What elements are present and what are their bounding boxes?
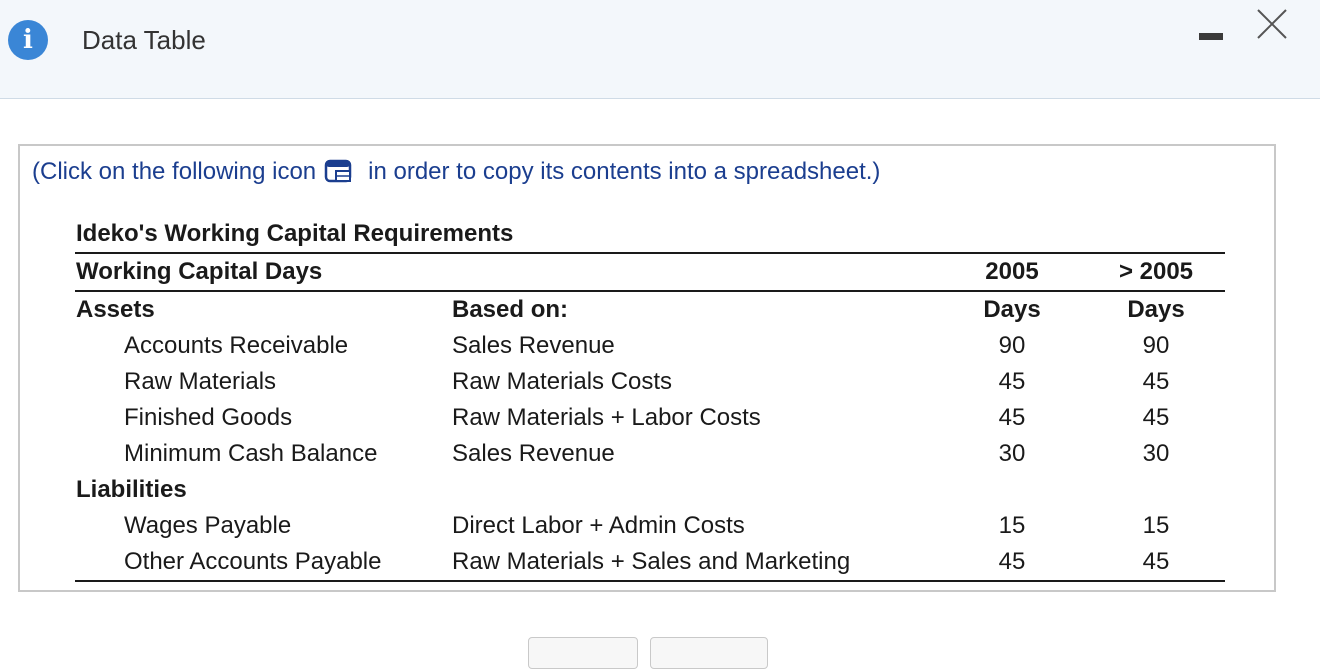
table-row-after: 15 xyxy=(1142,512,1170,539)
table-row-item: Accounts Receivable xyxy=(124,332,349,359)
dialog-title: Data Table xyxy=(82,25,206,55)
info-icon: i xyxy=(8,20,48,60)
table-row-2005: 45 xyxy=(998,548,1026,575)
table-title: Ideko's Working Capital Requirements xyxy=(76,220,514,247)
close-icon xyxy=(1257,9,1287,39)
table-row-2005: 90 xyxy=(998,332,1026,359)
table-row-after: 45 xyxy=(1142,404,1170,431)
table-row-item: Finished Goods xyxy=(124,404,293,431)
table-row-2005: 45 xyxy=(998,368,1026,395)
table-bottom-rule xyxy=(75,580,1225,582)
section-liabilities: Liabilities xyxy=(76,476,187,503)
table-row-2005: 15 xyxy=(998,512,1026,539)
table-row-after: 90 xyxy=(1142,332,1170,359)
instruction-text-before: (Click on the following icon xyxy=(32,158,317,185)
days-after-header: Days xyxy=(1127,296,1185,323)
table-row-2005: 45 xyxy=(998,404,1026,431)
table-row-2005: 30 xyxy=(998,440,1026,467)
footer-button-2[interactable] xyxy=(650,637,768,669)
footer-button-1[interactable] xyxy=(528,637,638,669)
header-label: Working Capital Days xyxy=(76,258,323,285)
table-row-after: 45 xyxy=(1142,368,1170,395)
header-2005: 2005 xyxy=(985,258,1039,285)
days-2005-header: Days xyxy=(983,296,1041,323)
table-row-based: Raw Materials + Sales and Marketing xyxy=(452,548,851,575)
dialog-titlebar: i Data Table xyxy=(0,0,1320,99)
table-row-based: Raw Materials Costs xyxy=(452,368,673,395)
based-on-header: Based on: xyxy=(452,296,569,323)
spreadsheet-copy-icon[interactable] xyxy=(324,158,354,186)
header-rule xyxy=(75,290,1225,292)
table-row-item: Wages Payable xyxy=(124,512,292,539)
copy-instruction: (Click on the following icon in order to… xyxy=(32,158,880,186)
table-row-based: Sales Revenue xyxy=(452,440,615,467)
instruction-text-after: in order to copy its contents into a spr… xyxy=(368,158,881,185)
header-after-2005: > 2005 xyxy=(1118,258,1194,285)
table-row-item: Other Accounts Payable xyxy=(124,548,382,575)
section-assets: Assets xyxy=(76,296,155,323)
close-button[interactable] xyxy=(1254,6,1290,42)
table-row-item: Minimum Cash Balance xyxy=(124,440,378,467)
table-row-based: Direct Labor + Admin Costs xyxy=(452,512,745,539)
table-row-based: Sales Revenue xyxy=(452,332,615,359)
table-row-after: 30 xyxy=(1142,440,1170,467)
minimize-icon xyxy=(1199,33,1223,40)
table-row-item: Raw Materials xyxy=(124,368,277,395)
table-row-after: 45 xyxy=(1142,548,1170,575)
minimize-button[interactable] xyxy=(1196,30,1226,44)
table-row-based: Raw Materials + Labor Costs xyxy=(452,404,761,431)
data-table-panel: (Click on the following icon in order to… xyxy=(18,144,1276,592)
table-top-rule xyxy=(75,252,1225,254)
